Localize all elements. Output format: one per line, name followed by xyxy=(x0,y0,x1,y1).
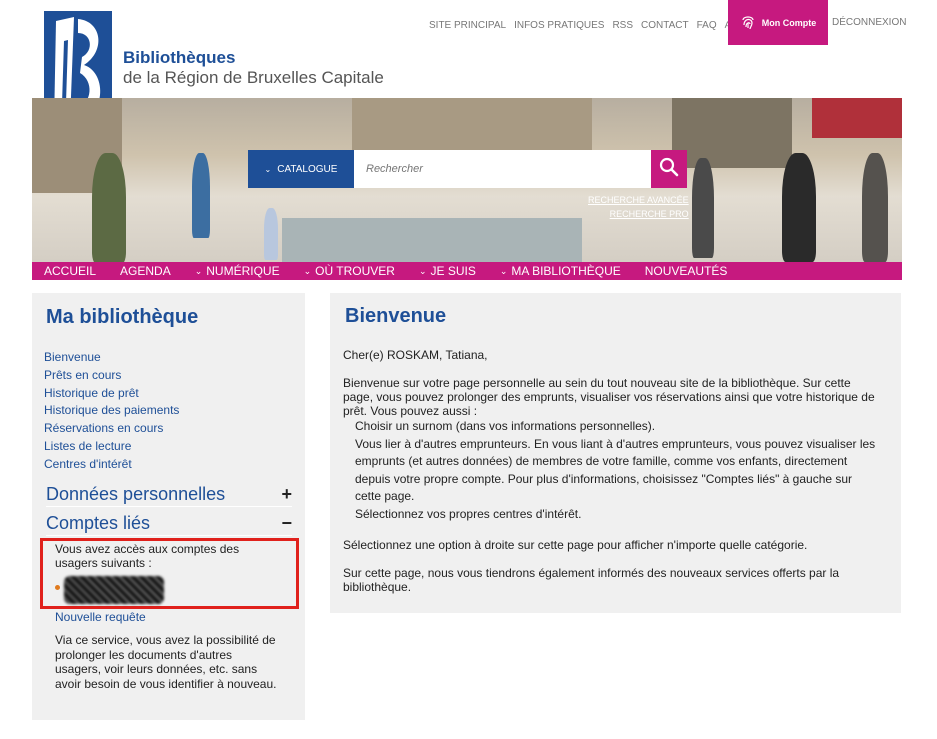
nav-nouveautes[interactable]: NOUVEAUTÉS xyxy=(633,264,740,278)
chevron-down-icon: ⌄ xyxy=(194,265,203,276)
nav-agenda[interactable]: AGENDA xyxy=(108,264,183,278)
service-description: Via ce service, vous avez la possibilité… xyxy=(55,633,277,691)
list-item: Sélectionnez vos propres centres d'intér… xyxy=(355,506,582,521)
search-input[interactable] xyxy=(354,150,651,188)
welcome-content: Cher(e) ROSKAM, Tatiana, Bienvenue sur v… xyxy=(343,348,878,594)
sidebar-title: Ma bibliothèque xyxy=(46,306,199,328)
top-link-site-principal[interactable]: SITE PRINCIPAL xyxy=(429,20,506,31)
nav-ma-bibliotheque[interactable]: ⌄ MA BIBLIOTHÈQUE xyxy=(488,264,633,278)
main-panel: Bienvenue Cher(e) ROSKAM, Tatiana, Bienv… xyxy=(330,293,901,613)
accordion-label: Données personnelles xyxy=(46,484,226,504)
page-title: Bienvenue xyxy=(345,305,447,327)
options-list: Choisir un surnom (dans vos informations… xyxy=(343,418,878,524)
nav-label: MA BIBLIOTHÈQUE xyxy=(511,264,621,278)
catalogue-dropdown[interactable]: ⌄ CATALOGUE xyxy=(248,150,354,188)
top-links: SITE PRINCIPAL INFOS PRATIQUES RSS CONTA… xyxy=(429,16,750,31)
bullet-icon xyxy=(55,585,60,590)
site-subtitle: de la Région de Bruxelles Capitale xyxy=(123,68,384,87)
main-nav: ACCUEIL AGENDA ⌄ NUMÉRIQUE ⌄ OÙ TROUVER ⌄ J… xyxy=(32,262,902,280)
nav-ou-trouver[interactable]: ⌄ OÙ TROUVER xyxy=(292,264,407,278)
nav-label: JE SUIS xyxy=(430,264,476,278)
nav-je-suis[interactable]: ⌄ JE SUIS xyxy=(407,264,488,278)
nav-accueil[interactable]: ACCUEIL xyxy=(32,264,108,278)
expand-icon: + xyxy=(281,484,292,504)
top-link-faq[interactable]: FAQ xyxy=(697,20,717,31)
chevron-down-icon: ⌄ xyxy=(499,265,508,276)
sidebar-link-historique-paiements[interactable]: Historique des paiements xyxy=(44,402,179,420)
nav-label: OÙ TROUVER xyxy=(315,264,395,278)
sidebar-link-centres-interet[interactable]: Centres d'intérêt xyxy=(44,456,179,474)
accordion-label: Comptes liés xyxy=(46,513,151,533)
intro-paragraph: Bienvenue sur votre page personnelle au … xyxy=(343,376,875,418)
search-links: RECHERCHE AVANCÉE RECHERCHE PRO xyxy=(588,193,689,221)
sidebar-link-prets[interactable]: Prêts en cours xyxy=(44,367,179,385)
pro-search-link[interactable]: RECHERCHE PRO xyxy=(588,207,689,221)
my-account-label: Mon Compte xyxy=(761,17,817,28)
list-item: Choisir un surnom (dans vos informations… xyxy=(355,419,656,433)
sidebar-link-listes-lecture[interactable]: Listes de lecture xyxy=(44,438,179,456)
sidebar-links: Bienvenue Prêts en cours Historique de p… xyxy=(44,349,179,474)
services-note: Sur cette page, nous vous tiendrons égal… xyxy=(343,565,840,594)
my-account-button[interactable]: Mon Compte xyxy=(728,0,828,45)
advanced-search-link[interactable]: RECHERCHE AVANCÉE xyxy=(588,193,689,207)
sidebar-link-bienvenue[interactable]: Bienvenue xyxy=(44,349,179,367)
chevron-down-icon: ⌄ xyxy=(418,265,427,276)
accordion-linked-accounts[interactable]: Comptes liés − xyxy=(46,512,292,536)
list-item: Vous lier à d'autres emprunteurs. En vou… xyxy=(355,436,876,504)
catalogue-search: ⌄ CATALOGUE xyxy=(248,150,687,188)
nav-label: NUMÉRIQUE xyxy=(206,264,280,278)
top-link-infos-pratiques[interactable]: INFOS PRATIQUES xyxy=(514,20,604,31)
accordion-personal-data[interactable]: Données personnelles + xyxy=(46,483,292,507)
nav-label: ACCUEIL xyxy=(44,264,97,278)
fingerprint-icon xyxy=(740,14,756,32)
hero-banner: ⌄ CATALOGUE RECHERCHE AVANCÉE RECHERCHE … xyxy=(32,98,902,262)
catalogue-label: CATALOGUE xyxy=(277,163,338,175)
new-request-link[interactable]: Nouvelle requête xyxy=(55,610,146,624)
linked-accounts-text: Vous avez accès aux comptes des usagers … xyxy=(55,542,240,570)
search-icon xyxy=(659,157,679,182)
nav-numerique[interactable]: ⌄ NUMÉRIQUE xyxy=(183,264,292,278)
search-button[interactable] xyxy=(651,150,687,188)
chevron-down-icon: ⌄ xyxy=(264,164,272,174)
logout-link[interactable]: DÉCONNEXION xyxy=(832,17,906,28)
redacted-account-name[interactable] xyxy=(64,576,164,604)
greeting: Cher(e) ROSKAM, Tatiana, xyxy=(343,348,488,362)
top-link-rss[interactable]: RSS xyxy=(612,20,633,31)
site-title: Bibliothèques xyxy=(123,48,236,67)
chevron-down-icon: ⌄ xyxy=(303,265,312,276)
sidebar-link-historique-pret[interactable]: Historique de prêt xyxy=(44,385,179,403)
nav-label: NOUVEAUTÉS xyxy=(644,264,728,278)
nav-label: AGENDA xyxy=(120,264,171,278)
select-hint: Sélectionnez une option à droite sur cet… xyxy=(343,537,808,552)
sidebar-link-reservations[interactable]: Réservations en cours xyxy=(44,420,179,438)
top-link-contact[interactable]: CONTACT xyxy=(641,20,689,31)
collapse-icon: − xyxy=(281,513,292,533)
sidebar: Ma bibliothèque Bienvenue Prêts en cours… xyxy=(32,293,305,720)
